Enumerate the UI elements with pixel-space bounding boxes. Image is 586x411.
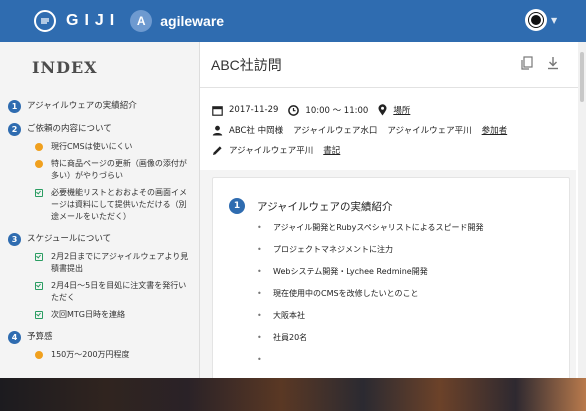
toc-item[interactable]: 2 ご依頼の内容について — [8, 123, 199, 136]
toc-item[interactable]: 4 予算感 — [8, 331, 199, 344]
location-pin-icon — [378, 104, 387, 116]
copy-icon[interactable] — [521, 56, 533, 70]
person-icon — [212, 125, 223, 135]
participants-row: ABC社 中岡様 アジャイルウェア水口 アジャイルウェア平川 参加者 — [212, 120, 586, 140]
meeting-date: 2017-11-29 — [229, 105, 279, 115]
section-number: 3 — [8, 233, 21, 246]
toc-subitem[interactable]: 2月4日〜5日を目処に注文書を発行いただく — [8, 280, 199, 304]
user-avatar[interactable] — [525, 9, 547, 31]
list-item: 社員20名 — [257, 332, 569, 354]
meeting-time: 10:00 〜 11:00 — [305, 106, 369, 116]
participant: ABC社 中岡様 — [229, 126, 284, 136]
checkbox-icon — [35, 282, 43, 290]
toc-subitem-label[interactable]: 特に商品ページの更新（画像の添付が多い）がやりづらい — [51, 158, 193, 182]
desktop-wallpaper — [0, 378, 586, 411]
toc-subitem[interactable]: 現行CMSは使いにくい — [8, 141, 199, 153]
list-item: 大阪本社 — [257, 310, 569, 332]
toc-section-1: 1 アジャイルウェアの実績紹介 — [0, 100, 199, 113]
toc-section-3: 3 スケジュールについて 2月2日までにアジャイルウェアより見積書提出 2月4日… — [0, 233, 199, 321]
list-item — [257, 354, 569, 376]
user-menu[interactable]: ▼ — [525, 9, 557, 31]
clock-icon — [288, 104, 300, 116]
agenda-bullets: アジャイル開発とRubyスペシャリストによるスピード開発 プロジェクトマネジメン… — [257, 222, 569, 376]
workspace-name[interactable]: agileware — [160, 13, 224, 29]
toc-section-2: 2 ご依頼の内容について 現行CMSは使いにくい 特に商品ページの更新（画像の添… — [0, 123, 199, 223]
meeting-meta: 2017-11-29 10:00 〜 11:00 場所 ABC社 中岡様 アジャ… — [200, 88, 586, 160]
toc-subitem-label[interactable]: 2月4日〜5日を目処に注文書を発行いただく — [51, 280, 193, 304]
giji-logo-icon[interactable] — [34, 10, 56, 32]
toc-item-label[interactable]: スケジュールについて — [27, 233, 111, 245]
brand-name[interactable]: GIJI — [66, 12, 120, 30]
agenda-card: 1 アジャイルウェアの実績紹介 アジャイル開発とRubyスペシャリストによるスピ… — [212, 177, 570, 411]
table-of-contents: 1 アジャイルウェアの実績紹介 2 ご依頼の内容について 現行CMSは使いにくい… — [0, 100, 199, 361]
toc-item[interactable]: 3 スケジュールについて — [8, 233, 199, 246]
writer-link[interactable]: 書記 — [323, 144, 340, 156]
workspace-avatar[interactable]: A — [130, 10, 153, 32]
warning-dot-icon — [35, 160, 43, 168]
toc-subitem[interactable]: 2月2日までにアジャイルウェアより見積書提出 — [8, 251, 199, 275]
warning-dot-icon — [35, 351, 43, 359]
pencil-icon — [213, 145, 222, 155]
toc-item-label[interactable]: ご依頼の内容について — [27, 123, 112, 135]
checkbox-icon — [35, 311, 43, 319]
list-item: 現在使用中のCMSを改修したいとのこと — [257, 288, 569, 310]
scrollbar[interactable] — [578, 42, 586, 411]
writer-name: アジャイルウェア平川 — [229, 146, 314, 156]
section-number: 1 — [8, 100, 21, 113]
writer-row: アジャイルウェア平川 書記 — [212, 140, 586, 160]
minutes-main: ABC社訪問 2017-11-29 10:00 〜 11:00 場所 ABC社 … — [200, 42, 586, 411]
participant: アジャイルウェア水口 — [293, 126, 378, 136]
toc-subitem[interactable]: 150万〜200万円程度 — [8, 349, 199, 361]
participants-link[interactable]: 参加者 — [482, 124, 508, 136]
calendar-icon — [212, 105, 223, 116]
toc-subitem-label[interactable]: 次回MTG日時を連絡 — [51, 309, 125, 321]
scrollbar-thumb[interactable] — [580, 52, 584, 102]
toc-subitem[interactable]: 次回MTG日時を連絡 — [8, 309, 199, 321]
toc-subitem[interactable]: 必要機能リストとおおよその画面イメージは資料にして提供いただける（別途メールをい… — [8, 187, 199, 223]
checkbox-icon — [35, 253, 43, 261]
place-link[interactable]: 場所 — [393, 104, 410, 116]
toc-item-label[interactable]: 予算感 — [27, 331, 53, 343]
index-sidebar: INDEX 1 アジャイルウェアの実績紹介 2 ご依頼の内容について 現行CMS… — [0, 42, 200, 411]
toc-subitem-label[interactable]: 2月2日までにアジャイルウェアより見積書提出 — [51, 251, 193, 275]
agenda-number: 1 — [229, 198, 245, 214]
download-icon[interactable] — [547, 56, 559, 70]
participant: アジャイルウェア平川 — [387, 126, 472, 136]
toc-subitem-label[interactable]: 必要機能リストとおおよその画面イメージは資料にして提供いただける（別途メールをい… — [51, 187, 193, 223]
agenda-heading: 1 アジャイルウェアの実績紹介 — [229, 198, 569, 214]
index-title: INDEX — [32, 58, 98, 77]
section-number: 4 — [8, 331, 21, 344]
list-item: アジャイル開発とRubyスペシャリストによるスピード開発 — [257, 222, 569, 244]
toc-subitem-label[interactable]: 150万〜200万円程度 — [51, 349, 130, 361]
toc-subitem[interactable]: 特に商品ページの更新（画像の添付が多い）がやりづらい — [8, 158, 199, 182]
toc-subitem-label[interactable]: 現行CMSは使いにくい — [51, 141, 132, 153]
chevron-down-icon[interactable]: ▼ — [551, 16, 557, 25]
page-title: ABC社訪問 — [211, 56, 282, 73]
section-number: 2 — [8, 123, 21, 136]
list-item: プロジェクトマネジメントに注力 — [257, 244, 569, 266]
toc-section-4: 4 予算感 150万〜200万円程度 — [0, 331, 199, 361]
checkbox-icon — [35, 189, 43, 197]
toc-item-label[interactable]: アジャイルウェアの実績紹介 — [27, 100, 137, 112]
meeting-datetime-row: 2017-11-29 10:00 〜 11:00 場所 — [212, 100, 586, 120]
toc-item[interactable]: 1 アジャイルウェアの実績紹介 — [8, 100, 199, 113]
top-bar: GIJI A agileware ▼ — [0, 0, 586, 42]
agenda-title: アジャイルウェアの実績紹介 — [257, 200, 393, 213]
warning-dot-icon — [35, 143, 43, 151]
minutes-header: ABC社訪問 — [200, 42, 586, 88]
list-item: Webシステム開発・Lychee Redmine開発 — [257, 266, 569, 288]
